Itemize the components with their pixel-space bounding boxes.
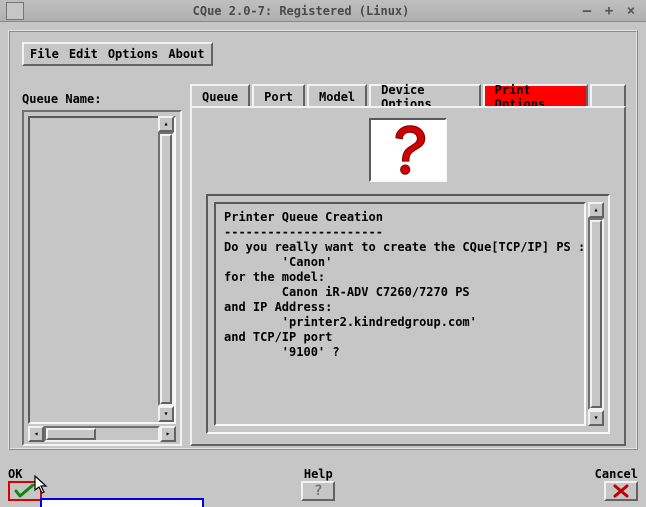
message-vscrollbar[interactable]: ▴ ▾ [588, 202, 604, 426]
queue-vscrollbar[interactable]: ▴ ▾ [158, 116, 174, 422]
tab-overflow[interactable] [590, 84, 626, 108]
scroll-right-icon[interactable]: ▸ [160, 426, 176, 442]
queue-listbox[interactable] [28, 116, 176, 424]
menu-bar: File Edit Options About [22, 42, 213, 66]
message-frame: Printer Queue Creation -----------------… [206, 194, 610, 434]
scroll-track[interactable] [44, 426, 160, 442]
queue-label: Queue Name: [22, 92, 101, 106]
app-icon [6, 2, 24, 20]
menu-file[interactable]: File [30, 47, 59, 61]
tab-queue[interactable]: Queue [190, 84, 250, 108]
question-mark-icon [369, 118, 447, 182]
help-label: Help [304, 467, 333, 481]
scroll-track[interactable] [588, 218, 604, 410]
scroll-left-icon[interactable]: ◂ [28, 426, 44, 442]
tab-bar: Queue Port Model Device Options Print Op… [190, 84, 626, 108]
scroll-up-icon[interactable]: ▴ [588, 202, 604, 218]
tab-model[interactable]: Model [307, 84, 367, 108]
minimize-button[interactable]: – [578, 2, 596, 20]
menu-options[interactable]: Options [108, 47, 159, 61]
scroll-thumb[interactable] [46, 428, 96, 440]
menu-edit[interactable]: Edit [69, 47, 98, 61]
maximize-button[interactable]: + [600, 2, 618, 20]
queue-listbox-frame: ▴ ▾ ◂ ▸ [22, 110, 182, 446]
close-button[interactable]: × [622, 2, 640, 20]
scroll-track[interactable] [158, 132, 174, 406]
scroll-down-icon[interactable]: ▾ [158, 406, 174, 422]
ok-label: OK [8, 467, 22, 481]
scroll-up-icon[interactable]: ▴ [158, 116, 174, 132]
scroll-thumb[interactable] [160, 134, 172, 404]
scroll-down-icon[interactable]: ▾ [588, 410, 604, 426]
cancel-button[interactable] [604, 481, 638, 501]
message-text: Printer Queue Creation -----------------… [214, 202, 586, 426]
tab-port[interactable]: Port [252, 84, 305, 108]
window-title: CQue 2.0-7: Registered (Linux) [28, 4, 574, 18]
tab-panel: Printer Queue Creation -----------------… [190, 106, 626, 446]
tab-device[interactable]: Device Options [369, 84, 481, 108]
tab-print-options[interactable]: Print Options [483, 84, 588, 108]
help-button[interactable]: ? [301, 481, 335, 501]
tooltip [40, 498, 204, 507]
ok-button[interactable] [8, 481, 42, 501]
queue-hscrollbar[interactable]: ◂ ▸ [28, 426, 176, 442]
footer-bar: OK Help ? Cancel [8, 461, 638, 501]
cancel-label: Cancel [595, 467, 638, 481]
main-container: File Edit Options About Queue Name: ▴ ▾ … [8, 30, 638, 450]
question-icon: ? [314, 484, 322, 498]
menu-about[interactable]: About [168, 47, 204, 61]
window-titlebar: CQue 2.0-7: Registered (Linux) – + × [0, 0, 646, 22]
check-icon [14, 484, 36, 498]
scroll-thumb[interactable] [590, 220, 602, 408]
x-icon [612, 484, 630, 498]
